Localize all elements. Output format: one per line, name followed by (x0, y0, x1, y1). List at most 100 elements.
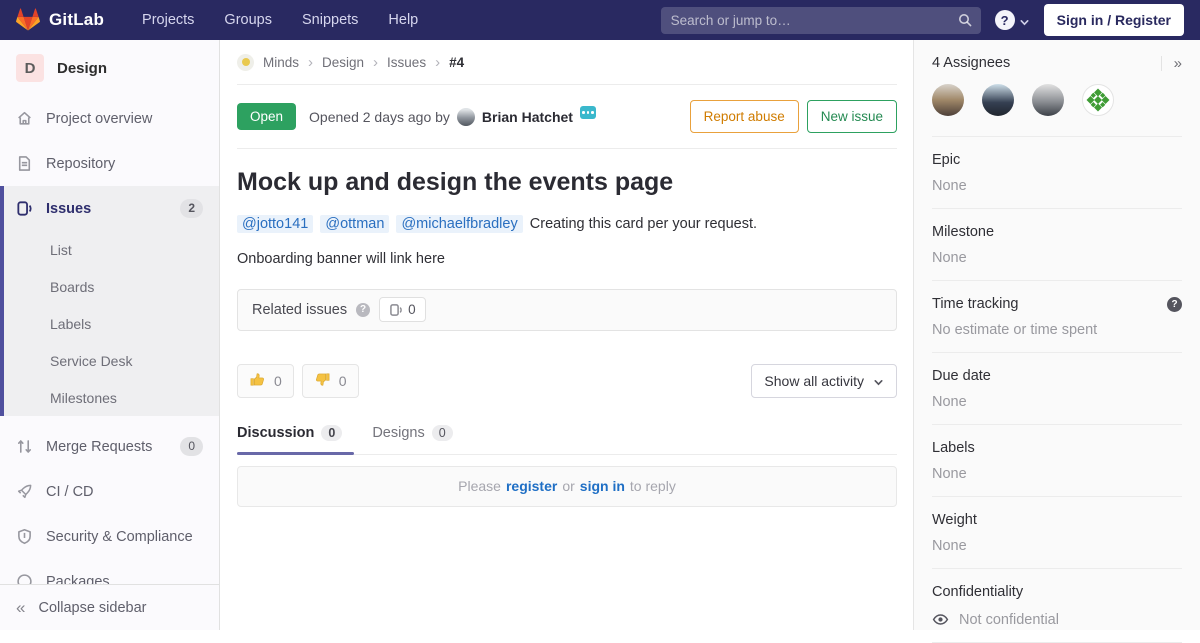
new-issue-button[interactable]: New issue (807, 100, 897, 133)
mention-link[interactable]: @jotto141 (237, 215, 313, 233)
issue-description: @jotto141 @ottman @michaelfbradley Creat… (237, 214, 897, 236)
epic-value: None (932, 178, 1182, 194)
nav-link-projects[interactable]: Projects (142, 12, 194, 28)
sidebar-subitem-list[interactable]: List (4, 231, 219, 268)
assignee-avatar[interactable] (1032, 84, 1064, 116)
tab-discussion-label: Discussion (237, 425, 314, 441)
milestone-block[interactable]: Milestone None (932, 209, 1182, 281)
labels-block[interactable]: Labels None (932, 425, 1182, 497)
sidebar-item-label: CI / CD (46, 484, 94, 500)
search-icon[interactable] (957, 12, 973, 28)
labels-label: Labels (932, 440, 975, 456)
report-abuse-button[interactable]: Report abuse (690, 100, 799, 133)
related-issues-help-icon[interactable]: ? (356, 303, 370, 317)
group-avatar-minds[interactable] (237, 54, 254, 71)
sidebar-subitem-service-desk[interactable]: Service Desk (4, 342, 219, 379)
weight-block[interactable]: Weight None (932, 497, 1182, 569)
tab-discussion[interactable]: Discussion 0 (237, 425, 342, 454)
time-tracking-value: No estimate or time spent (932, 322, 1182, 338)
assignees-label: 4 Assignees (932, 55, 1010, 71)
gitlab-logo[interactable]: GitLab (16, 8, 104, 32)
thumbs-up-count: 0 (274, 373, 282, 389)
description-text: Creating this card per your request. (530, 216, 757, 232)
thumbs-down-icon (314, 371, 331, 391)
rocket-icon (16, 483, 33, 500)
home-icon (16, 110, 33, 127)
assignee-avatar-identicon[interactable] (1082, 84, 1114, 116)
issue-right-sidebar: 4 Assignees » Ep (913, 40, 1200, 630)
designs-count-badge: 0 (432, 425, 453, 441)
sidebar-subitem-labels[interactable]: Labels (4, 305, 219, 342)
time-tracking-block: Time tracking ? No estimate or time spen… (932, 281, 1182, 353)
breadcrumb-issues[interactable]: Issues (387, 55, 426, 70)
project-context-header[interactable]: D Design (0, 40, 219, 96)
help-menu[interactable]: ? (995, 10, 1030, 30)
nav-link-snippets[interactable]: Snippets (302, 12, 358, 28)
mention-link[interactable]: @michaelfbradley (396, 215, 522, 233)
chevron-down-icon (873, 375, 884, 386)
collapse-sidebar-button[interactable]: « Collapse sidebar (0, 584, 219, 630)
due-date-block[interactable]: Due date None (932, 353, 1182, 425)
sidebar-item-label: Merge Requests (46, 439, 152, 455)
activity-filter-dropdown[interactable]: Show all activity (751, 364, 897, 398)
breadcrumb-project[interactable]: Design (322, 55, 364, 70)
sidebar-subitem-milestones[interactable]: Milestones (4, 379, 219, 416)
confidentiality-value: Not confidential (959, 612, 1059, 628)
register-link[interactable]: register (506, 478, 557, 494)
breadcrumb-separator-icon: › (435, 54, 440, 71)
breadcrumb-separator-icon: › (308, 54, 313, 71)
sidebar-item-security-compliance[interactable]: Security & Compliance (0, 514, 219, 559)
sign-in-register-button[interactable]: Sign in / Register (1044, 4, 1184, 36)
nav-link-groups[interactable]: Groups (224, 12, 272, 28)
issue-meta-text: Opened 2 days ago by (309, 109, 450, 125)
thumbs-down-count: 0 (339, 373, 347, 389)
sidebar-item-repository[interactable]: Repository (0, 141, 219, 186)
mention-link[interactable]: @ottman (320, 215, 389, 233)
assignees-block: 4 Assignees » (932, 40, 1182, 137)
discussion-count-badge: 0 (321, 425, 342, 441)
epic-label: Epic (932, 152, 960, 168)
related-issues-card: Related issues ? 0 (237, 289, 897, 331)
tab-designs[interactable]: Designs 0 (372, 425, 452, 454)
issue-main-content: Minds › Design › Issues › #4 Open Opened… (221, 40, 913, 630)
due-date-value: None (932, 394, 1182, 410)
sidebar-item-ci-cd[interactable]: CI / CD (0, 469, 219, 514)
sidebar-item-issues[interactable]: Issues 2 (4, 186, 219, 231)
weight-label: Weight (932, 512, 977, 528)
assignee-avatar[interactable] (982, 84, 1014, 116)
tanuki-icon (16, 8, 40, 32)
tab-designs-label: Designs (372, 425, 424, 441)
issues-count-badge: 2 (180, 199, 203, 219)
thumbs-up-button[interactable]: 0 (237, 364, 294, 398)
collapse-sidebar-label: Collapse sidebar (38, 600, 146, 616)
sign-in-link[interactable]: sign in (580, 478, 625, 494)
author-avatar[interactable] (457, 108, 475, 126)
project-avatar[interactable]: D (16, 54, 44, 82)
related-issues-count: 0 (408, 302, 416, 317)
breadcrumb-group[interactable]: Minds (263, 55, 299, 70)
time-tracking-help-icon[interactable]: ? (1167, 297, 1182, 312)
nav-link-help[interactable]: Help (388, 12, 418, 28)
reply-prompt-text: or (562, 478, 574, 494)
related-issues-count-badge: 0 (379, 297, 426, 322)
sidebar-item-merge-requests[interactable]: Merge Requests 0 (0, 424, 219, 469)
reply-prompt-text: Please (458, 478, 501, 494)
sidebar-subitem-boards[interactable]: Boards (4, 268, 219, 305)
author-name[interactable]: Brian Hatchet (482, 109, 573, 125)
sidebar-toggle-chevrons-icon[interactable]: » (1161, 56, 1182, 71)
reply-prompt-text: to reply (630, 478, 676, 494)
sidebar-item-project-overview[interactable]: Project overview (0, 96, 219, 141)
issues-icon (16, 200, 33, 217)
issue-tabs: Discussion 0 Designs 0 (237, 425, 897, 455)
related-issues-label: Related issues (252, 302, 347, 318)
thumbs-down-button[interactable]: 0 (302, 364, 359, 398)
awards-row: 0 0 Show all activity (237, 364, 897, 398)
search-input[interactable] (661, 7, 981, 34)
issue-title: Mock up and design the events page (237, 168, 897, 197)
labels-value: None (932, 466, 1182, 482)
document-icon (16, 155, 33, 172)
assignee-avatar[interactable] (932, 84, 964, 116)
epic-block[interactable]: Epic None (932, 137, 1182, 209)
milestone-label: Milestone (932, 224, 994, 240)
mr-count-badge: 0 (180, 437, 203, 457)
